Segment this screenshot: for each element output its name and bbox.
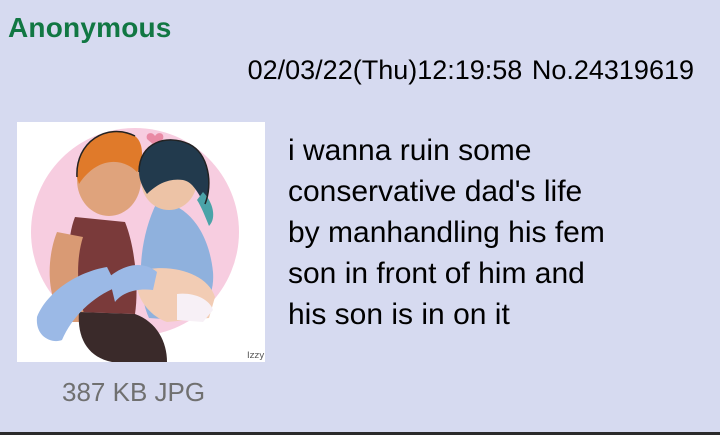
- thumbnail-illustration: Izzy: [31, 128, 265, 362]
- artist-signature: Izzy: [247, 351, 265, 361]
- message-line: by manhandling his fem: [288, 216, 605, 249]
- message-line: his son is in on it: [288, 298, 510, 331]
- message-line: conservative dad's life: [288, 175, 583, 208]
- message-line: i wanna ruin some: [288, 134, 532, 167]
- post-container: Anonymous 02/03/22(Thu)12:19:58 No.24319…: [0, 0, 720, 435]
- post-message: i wanna ruin some conservative dad's lif…: [288, 130, 708, 335]
- poster-name: Anonymous: [8, 12, 172, 43]
- post-number-link[interactable]: No.24319619: [532, 55, 694, 85]
- file-info: 387 KB JPG: [62, 377, 206, 407]
- post-datetime: 02/03/22(Thu)12:19:58: [247, 55, 523, 85]
- image-thumbnail[interactable]: Izzy: [17, 122, 265, 362]
- post-meta: 02/03/22(Thu)12:19:58 No.24319619: [248, 55, 694, 86]
- message-line: son in front of him and: [288, 257, 585, 290]
